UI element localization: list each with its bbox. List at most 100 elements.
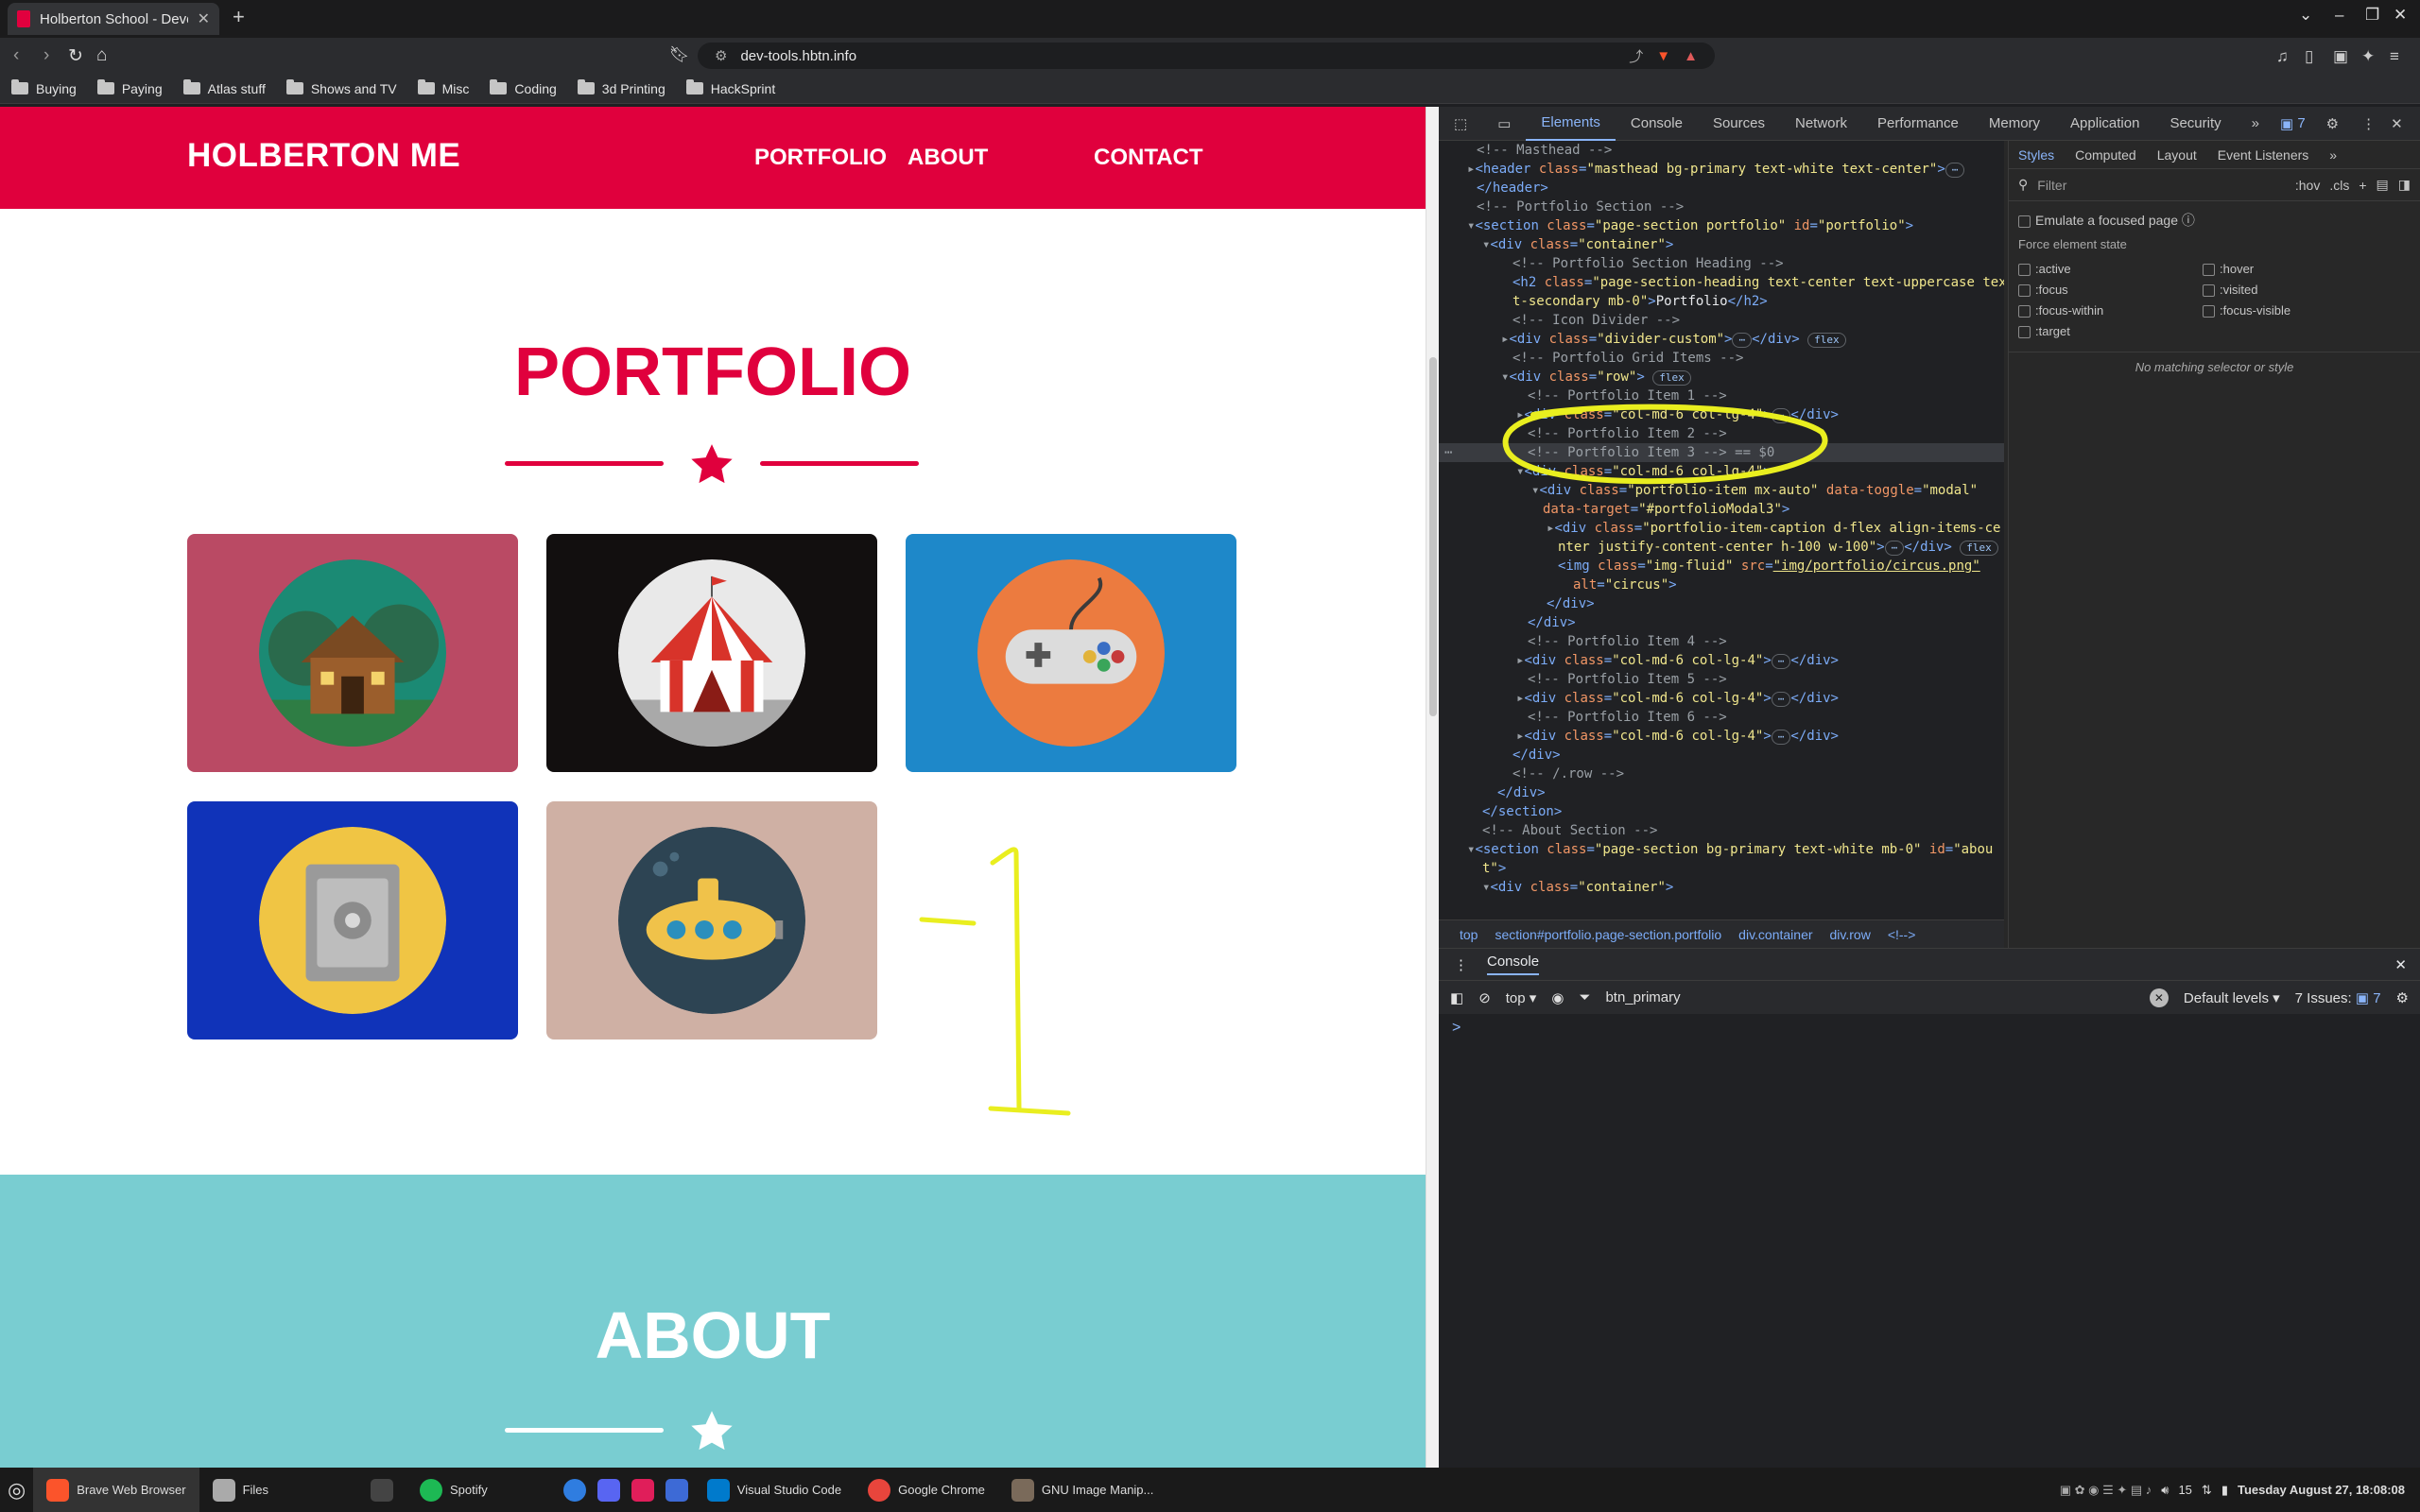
breadcrumb-item[interactable]: <!--> [1888,927,1916,942]
portfolio-item-circus[interactable] [546,534,877,772]
menu-icon[interactable]: ≡ [2390,47,2399,66]
tab-application[interactable]: Application [2055,107,2154,141]
bookmark-folder[interactable]: Buying [11,79,77,96]
state-hover[interactable]: :hover [2203,259,2290,280]
bookmark-folder[interactable]: HackSprint [685,79,775,96]
tray-icons[interactable]: ▣ ✿ ◉ ☰ ✦ ▤ ♪ [2060,1483,2152,1498]
close-window-icon[interactable]: ✕ [2394,6,2407,25]
tab-styles[interactable]: Styles [2018,147,2054,163]
elements-tree[interactable]: <!-- Masthead --> ▸<header class="masthe… [1439,141,2004,923]
taskbar-app[interactable]: Files [199,1468,282,1512]
battery-icon[interactable]: ▮ [2221,1483,2228,1498]
breadcrumb-item[interactable]: div.row [1830,927,1871,942]
bookmark-folder[interactable]: Misc [417,79,469,96]
wallet-icon[interactable]: ▣ [2333,47,2348,66]
levels-select[interactable]: Default levels ▾ [2184,989,2280,1006]
portfolio-item-submarine[interactable] [546,801,877,1040]
bookmark-folder[interactable]: Shows and TV [285,79,397,96]
new-tab-button[interactable]: + [233,5,245,29]
brave-shields-icon[interactable]: ▼ [1656,48,1670,64]
breadcrumb-item[interactable]: section#portfolio.page-section.portfolio [1495,927,1721,942]
bookmark-folder[interactable]: 3d Printing [577,79,666,96]
bookmark-folder[interactable]: Coding [490,79,557,96]
tab-event-listeners[interactable]: Event Listeners [2218,147,2309,163]
bookmark-icon[interactable]: 🔖︎ [669,45,690,64]
inspect-icon[interactable]: ⬚ [1439,107,1482,141]
minimize-icon[interactable]: – [2335,6,2343,25]
back-icon[interactable]: ‹ [13,45,19,66]
taskbar-app[interactable] [558,1468,592,1512]
volume-icon[interactable]: 🔊︎ [2161,1483,2169,1498]
tab-sources[interactable]: Sources [1698,107,1780,141]
portfolio-item-game[interactable] [906,534,1236,772]
context-select[interactable]: top ▾ [1506,989,1537,1006]
browser-tab[interactable]: Holberton School - Developer ✕ [8,3,219,35]
paint-icon[interactable]: ▤ [2377,177,2389,193]
breadcrumb-item[interactable]: div.container [1738,927,1812,942]
tab-layout[interactable]: Layout [2157,147,2197,163]
taskbar-app[interactable]: Visual Studio Code [694,1468,855,1512]
bookmark-folder[interactable]: Paying [96,79,163,96]
taskbar-app[interactable] [357,1468,406,1512]
home-icon[interactable]: ⌂ [96,45,107,66]
tab-memory[interactable]: Memory [1974,107,2055,141]
settings-gear-icon[interactable]: ⚙ [2311,107,2354,141]
bookmark-folder[interactable]: Atlas stuff [182,79,266,96]
state-focus-within[interactable]: :focus-within [2018,301,2203,321]
close-tab-icon[interactable]: ✕ [198,9,210,28]
address-bar[interactable]: ⚙ dev-tools.hbtn.info ⤴ ▼ ▲ [698,43,1715,69]
portfolio-item-cabin[interactable] [187,534,518,772]
taskbar-app[interactable]: Spotify [406,1468,501,1512]
more-tabs-icon[interactable]: » [2237,107,2274,141]
nav-contact-link[interactable]: CONTACT [1094,145,1203,171]
styles-filter-input[interactable]: Filter [2037,178,2286,193]
sidebar-toggle-icon[interactable]: ◧ [1450,989,1463,1006]
tab-elements[interactable]: Elements [1526,107,1616,141]
breadcrumb-item[interactable]: top [1460,927,1478,942]
site-info-icon[interactable]: ⚙ [715,47,727,64]
maximize-icon[interactable]: ❐ [2365,6,2379,25]
leo-icon[interactable]: ✦ [2361,47,2375,66]
console-drawer-tab[interactable]: Console [1487,954,1540,975]
reload-icon[interactable]: ↻ [68,45,83,67]
tab-performance[interactable]: Performance [1862,107,1974,141]
site-brand[interactable]: HOLBERTON ME [187,137,460,175]
forward-icon[interactable]: › [43,45,49,66]
kebab-menu-icon[interactable]: ⋮ [2354,107,2383,141]
issues-count[interactable]: 7 Issues: ▣ 7 [2295,989,2381,1006]
clock[interactable]: Tuesday August 27, 18:08:08 [2238,1483,2405,1497]
start-menu-button[interactable]: ◎ [0,1468,33,1512]
page-scrollbar[interactable] [1426,107,1439,1468]
state-focus-visible[interactable]: :focus-visible [2203,301,2290,321]
tab-computed[interactable]: Computed [2075,147,2136,163]
taskbar-app[interactable] [660,1468,694,1512]
tab-network[interactable]: Network [1780,107,1862,141]
emulate-focus-row[interactable]: Emulate a focused page ⓘ [2009,201,2420,230]
taskbar-app[interactable] [592,1468,626,1512]
taskbar-app[interactable]: Google Chrome [855,1468,998,1512]
tab-security[interactable]: Security [2154,107,2236,141]
hov-toggle[interactable]: :hov [2295,178,2320,193]
help-icon[interactable]: ⓘ [2182,213,2195,228]
nav-portfolio-link[interactable]: PORTFOLIO [754,145,887,171]
close-drawer-icon[interactable]: ✕ [2394,956,2407,973]
console-prompt[interactable]: > [1452,1020,1461,1037]
media-icon[interactable]: ♫ [2276,47,2289,66]
taskbar-app[interactable]: Brave Web Browser [33,1468,199,1512]
state-target[interactable]: :target [2018,321,2203,342]
more-icon[interactable]: » [2329,147,2337,163]
clear-filter-icon[interactable]: ✕ [2149,988,2169,1007]
console-filter-input[interactable]: btn_primary [1605,989,2134,1005]
share-icon[interactable]: ⤴ [1629,46,1643,66]
clear-console-icon[interactable]: ⊘ [1478,989,1491,1006]
live-expression-icon[interactable]: ◉ [1551,989,1564,1006]
taskbar-app[interactable]: GNU Image Manip... [998,1468,1167,1512]
state-focus[interactable]: :focus [2018,280,2203,301]
tab-list-icon[interactable]: ⌄ [2299,6,2312,25]
console-output[interactable]: > [1439,1014,2420,1468]
sidebar-icon[interactable]: ▯ [2305,47,2313,66]
network-icon[interactable]: ⇅ [2202,1483,2212,1498]
device-toggle-icon[interactable]: ▭ [1482,107,1526,141]
checkbox[interactable] [2018,215,2031,228]
close-devtools-icon[interactable]: ✕ [2383,107,2411,141]
